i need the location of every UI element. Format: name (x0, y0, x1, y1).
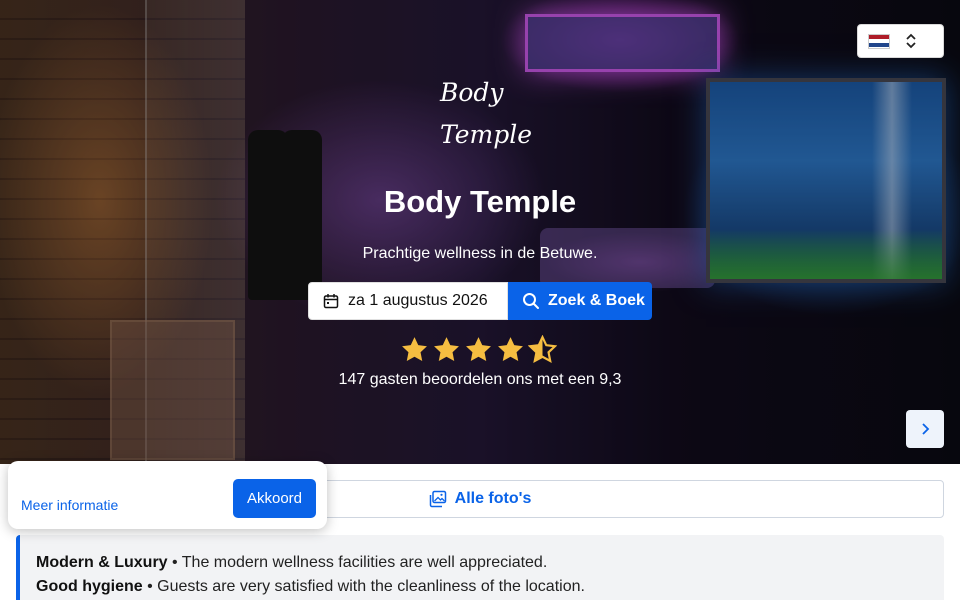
all-photos-label: Alle foto's (454, 490, 532, 507)
chevron-right-icon (922, 423, 930, 435)
highlight-text: • The modern wellness facilities are wel… (167, 554, 548, 571)
highlight-title: Modern & Luxury (36, 554, 168, 571)
search-book-button[interactable]: Zoek & Boek (508, 282, 652, 320)
highlight-item: Modern & Luxury • The modern wellness fa… (36, 551, 928, 575)
star-icon (402, 337, 427, 361)
highlight-item: Good hygiene • Guests are very satisfied… (36, 575, 928, 599)
cookie-banner: Meer informatie Akkoord (8, 461, 327, 529)
highlights-box: Modern & Luxury • The modern wellness fa… (16, 535, 944, 600)
highlight-title: Good hygiene (36, 578, 143, 595)
search-icon (523, 293, 539, 309)
rating-stars (400, 335, 557, 364)
images-icon (429, 490, 446, 508)
date-picker-button[interactable]: za 1 augustus 2026 (308, 282, 508, 320)
page-title: Body Temple (383, 184, 577, 219)
logo-line: Body (440, 78, 504, 107)
more-info-link[interactable]: Meer informatie (21, 497, 118, 513)
accept-button[interactable]: Akkoord (233, 479, 316, 518)
language-select[interactable] (857, 24, 944, 58)
page-subtitle: Prachtige wellness in de Betuwe. (362, 245, 598, 262)
highlight-text: • Guests are very satisfied with the cle… (142, 578, 585, 595)
search-bar: za 1 augustus 2026 Zoek & Boek (308, 282, 652, 320)
date-label: za 1 augustus 2026 (348, 292, 488, 309)
hero-image: Body Temple Body Temple Prachtige wellne… (0, 0, 960, 464)
logo-line: Temple (440, 120, 533, 149)
star-icon (466, 337, 491, 361)
search-book-label: Zoek & Boek (548, 292, 645, 309)
star-icon (434, 337, 459, 361)
hero-overlay (0, 0, 960, 464)
logo: Body Temple (440, 72, 532, 156)
star-half-icon (528, 335, 557, 364)
rating-summary: 147 gasten beoordelen ons met een 9,3 (338, 371, 622, 388)
star-icon (498, 337, 523, 361)
calendar-icon (323, 294, 339, 309)
flag-netherlands-icon (868, 33, 890, 49)
next-slide-button[interactable] (906, 410, 944, 448)
chevron-up-down-icon (906, 33, 916, 49)
